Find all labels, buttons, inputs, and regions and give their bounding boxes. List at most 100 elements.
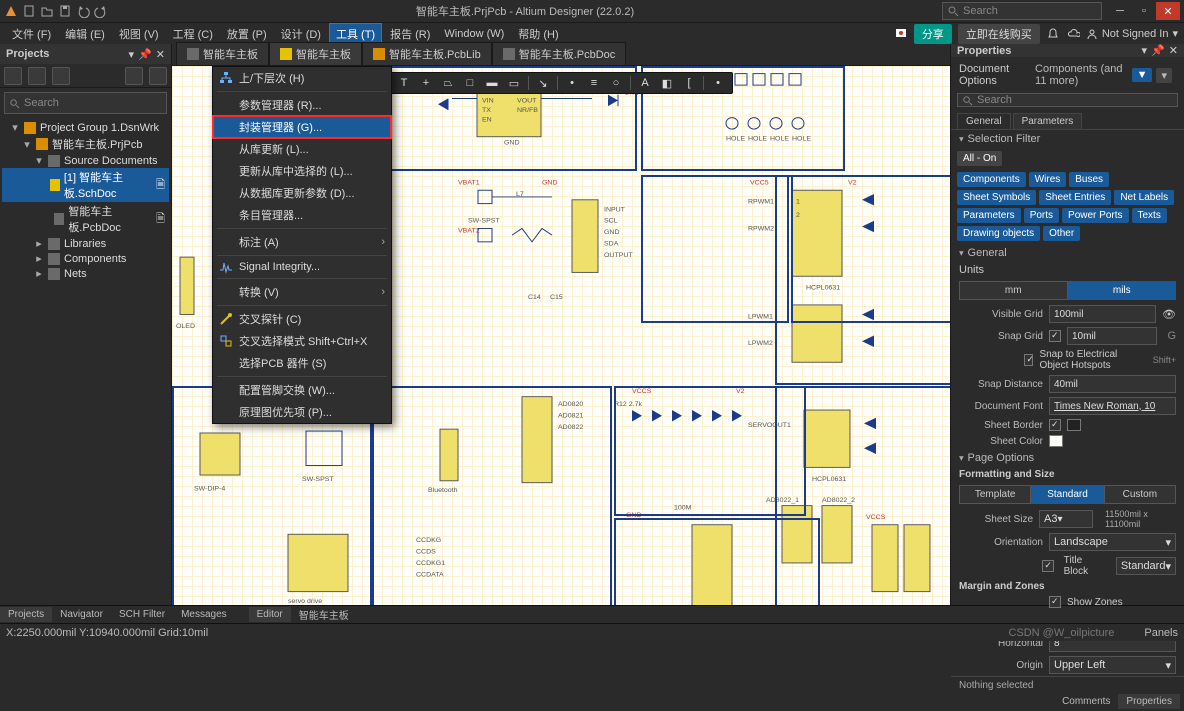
filter-chip[interactable]: Ports — [1024, 208, 1059, 223]
tab-parameters[interactable]: Parameters — [1013, 113, 1083, 130]
tree-row[interactable]: 智能车主板.PcbDoc🗎 — [2, 202, 169, 236]
filter-chip[interactable]: Sheet Entries — [1039, 190, 1111, 205]
toolbar-button[interactable]: ⏢ — [438, 74, 458, 92]
bt-doc[interactable]: 智能车主板 — [291, 605, 357, 624]
filter-chip[interactable]: Buses — [1069, 172, 1109, 187]
filter-chip[interactable]: Sheet Symbols — [957, 190, 1036, 205]
toolbar-button[interactable]: ◧ — [657, 74, 677, 92]
redo-icon[interactable] — [94, 4, 108, 18]
proj-tool-3[interactable] — [52, 67, 70, 85]
doc-tab[interactable]: 智能车主板 — [176, 42, 269, 65]
flag-icon[interactable] — [894, 27, 908, 41]
maximize-button[interactable]: ▫ — [1132, 2, 1156, 20]
doc-tab[interactable]: 智能车主板.PcbLib — [362, 42, 492, 65]
menu-design[interactable]: 设计 (D) — [275, 24, 327, 44]
visible-grid-field[interactable]: 100mil — [1049, 305, 1156, 323]
menu-project[interactable]: 工程 (C) — [167, 24, 219, 44]
sheet-color-swatch[interactable] — [1049, 435, 1063, 447]
panel-dropdown-icon[interactable]: ▾ — [1142, 44, 1148, 57]
filter-chip[interactable]: Drawing objects — [957, 226, 1040, 241]
tree-row[interactable]: ▾Source Documents — [2, 153, 169, 168]
menu-item[interactable]: 上/下层次 (H) — [213, 67, 391, 89]
filter-dropdown-icon[interactable]: ▾ — [1156, 68, 1172, 83]
properties-search[interactable]: Search — [957, 93, 1178, 107]
tree-row[interactable]: [1] 智能车主板.SchDoc🗎 — [2, 168, 169, 202]
toolbar-button[interactable]: [ — [679, 74, 699, 92]
sheet-border-checkbox[interactable] — [1049, 419, 1061, 431]
tab-general[interactable]: General — [957, 113, 1011, 130]
doc-tab[interactable]: 智能车主板.PcbDoc — [492, 42, 627, 65]
panel-pin-icon[interactable]: 📌 — [138, 48, 152, 61]
title-block-checkbox[interactable] — [1042, 560, 1053, 572]
minimize-button[interactable]: ─ — [1108, 2, 1132, 20]
filter-chip[interactable]: Net Labels — [1114, 190, 1174, 205]
proj-tool-1[interactable] — [4, 67, 22, 85]
tree-row[interactable]: ▾智能车主板.PrjPcb — [2, 135, 169, 153]
origin-select[interactable]: Upper Left▾ — [1049, 656, 1176, 674]
snap-eo-checkbox[interactable] — [1024, 354, 1033, 366]
menu-item[interactable]: 条目管理器... — [213, 204, 391, 226]
panel-dropdown-icon[interactable]: ▾ — [129, 48, 135, 61]
signin-button[interactable]: Not Signed In ▾ — [1086, 27, 1178, 40]
tree-row[interactable]: ▸Components — [2, 251, 169, 266]
rp-tab-comments[interactable]: Comments — [1054, 694, 1118, 709]
toolbar-button[interactable]: T — [394, 74, 414, 92]
undo-icon[interactable] — [76, 4, 90, 18]
menu-item[interactable]: 标注 (A) — [213, 231, 391, 253]
filter-chip[interactable]: Texts — [1132, 208, 1167, 223]
filter-chip[interactable]: Wires — [1029, 172, 1067, 187]
section-page-options[interactable]: Page Options — [951, 449, 1184, 467]
toolbar-button[interactable]: ▭ — [504, 74, 524, 92]
document-font-field[interactable]: Times New Roman, 10 — [1049, 397, 1176, 415]
menu-view[interactable]: 视图 (V) — [113, 24, 165, 44]
toolbar-button[interactable]: ○ — [606, 74, 626, 92]
menu-item[interactable]: 封装管理器 (G)... — [213, 116, 391, 138]
menu-item[interactable]: 转换 (V) — [213, 281, 391, 303]
fmt-standard[interactable]: Standard — [1031, 485, 1103, 504]
filter-chip[interactable]: Power Ports — [1062, 208, 1128, 223]
snap-distance-field[interactable]: 40mil — [1049, 375, 1176, 393]
toolbar-button[interactable]: ↘ — [533, 74, 553, 92]
chip-all-on[interactable]: All - On — [957, 151, 1002, 166]
menu-item[interactable]: Signal Integrity... — [213, 258, 391, 276]
units-mm[interactable]: mm — [959, 281, 1068, 300]
menu-help[interactable]: 帮助 (H) — [512, 24, 564, 44]
proj-tool-4[interactable] — [125, 67, 143, 85]
units-mils[interactable]: mils — [1068, 281, 1177, 300]
toolbar-button[interactable]: ▬ — [482, 74, 502, 92]
toolbar-button[interactable]: + — [416, 74, 436, 92]
show-zones-checkbox[interactable] — [1049, 596, 1061, 608]
panel-pin-icon[interactable]: 📌 — [1151, 44, 1165, 57]
buy-button[interactable]: 立即在线购买 — [958, 24, 1040, 44]
menu-place[interactable]: 放置 (P) — [221, 24, 273, 44]
sheet-size-select[interactable]: A3 ▾ — [1039, 510, 1093, 528]
rp-tab-properties[interactable]: Properties — [1118, 694, 1180, 709]
menu-edit[interactable]: 编辑 (E) — [59, 24, 111, 44]
menu-item[interactable]: 配置管脚交换 (W)... — [213, 379, 391, 401]
share-button[interactable]: 分享 — [914, 24, 952, 44]
bt-editor[interactable]: Editor — [249, 607, 291, 622]
toolbar-button[interactable]: A — [635, 74, 655, 92]
menu-item[interactable]: 从数据库更新参数 (D)... — [213, 182, 391, 204]
title-block-select[interactable]: Standard▾ — [1116, 557, 1176, 575]
menu-item[interactable]: 参数管理器 (R)... — [213, 94, 391, 116]
tree-row[interactable]: ▾Project Group 1.DsnWrk — [2, 120, 169, 135]
panel-close-icon[interactable]: ✕ — [156, 48, 165, 61]
filter-chip[interactable]: Parameters — [957, 208, 1021, 223]
menu-item[interactable]: 选择PCB 器件 (S) — [213, 352, 391, 374]
orientation-select[interactable]: Landscape▾ — [1049, 533, 1176, 551]
menu-item[interactable]: 从库更新 (L)... — [213, 138, 391, 160]
bt-projects[interactable]: Projects — [0, 607, 52, 622]
bt-navigator[interactable]: Navigator — [52, 607, 111, 622]
toolbar-button[interactable]: □ — [460, 74, 480, 92]
menu-item[interactable]: 更新从库中选择的 (L)... — [213, 160, 391, 182]
tree-row[interactable]: ▸Nets — [2, 266, 169, 281]
projects-search[interactable]: Search — [4, 92, 167, 114]
global-search[interactable]: Search — [942, 2, 1102, 20]
bt-messages[interactable]: Messages — [173, 607, 235, 622]
proj-tool-2[interactable] — [28, 67, 46, 85]
section-selection-filter[interactable]: Selection Filter — [951, 130, 1184, 148]
filter-funnel-button[interactable]: ▼ — [1132, 68, 1153, 82]
proj-tool-5[interactable] — [149, 67, 167, 85]
menu-file[interactable]: 文件 (F) — [6, 24, 57, 44]
